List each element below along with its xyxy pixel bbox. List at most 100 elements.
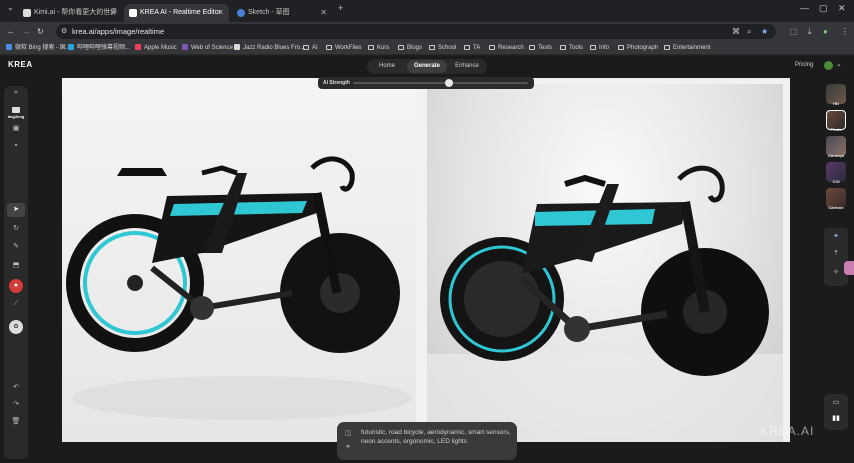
bookmark-folder-school[interactable]: School: [429, 41, 456, 55]
new-tab-button[interactable]: +: [338, 3, 343, 13]
bookmark-folder-blogs[interactable]: Blogs: [398, 41, 422, 55]
bookmark-folder-tools[interactable]: Tools: [560, 41, 583, 55]
bookmark-web-of-science[interactable]: Web of Science: [182, 41, 233, 55]
rotate-icon[interactable]: ↻: [4, 224, 28, 232]
input-canvas[interactable]: [62, 78, 416, 442]
nav-generate[interactable]: Generate: [407, 60, 447, 73]
img2img-tool[interactable]: img2img: [4, 107, 28, 119]
bookmark-folder-kurs[interactable]: Kurs: [368, 41, 389, 55]
bookmark-label: Jazz Radio Blues Fro...: [243, 45, 306, 51]
img2img-label: img2img: [7, 114, 25, 119]
ai-strength-label: AI Strength: [323, 80, 350, 86]
ai-strength-slider[interactable]: AI Strength: [318, 77, 534, 89]
reload-icon[interactable]: ↻: [37, 22, 44, 41]
trash-icon[interactable]: 🗑: [4, 417, 28, 425]
krea-app: KREA Home Generate Enhance Pricing ⌄ » i…: [0, 56, 854, 463]
bookmark-label: AI: [312, 45, 318, 51]
zoom-icon[interactable]: ⌕: [747, 22, 751, 41]
undo-icon[interactable]: ↶: [4, 383, 28, 391]
maximize-icon[interactable]: ▢: [819, 3, 828, 14]
bookmark-star-icon[interactable]: ★: [761, 22, 768, 41]
menu-icon[interactable]: ⋮: [841, 22, 849, 41]
cursor-icon[interactable]: ➤: [7, 203, 25, 217]
prompt-input[interactable]: futuristic, road bicycle, aerodynamic, s…: [361, 428, 511, 446]
close-window-icon[interactable]: ✕: [838, 3, 846, 14]
site-info-icon[interactable]: ⚙: [61, 22, 67, 41]
bookmark-jazz-radio[interactable]: Jazz Radio Blues Fro...: [234, 41, 305, 55]
bookmark-label: Research: [498, 45, 524, 51]
tab-krea[interactable]: KREA AI - Realtime Editor ✕: [124, 4, 229, 22]
bookmark-folder-photograph[interactable]: Photograph: [618, 41, 658, 55]
address-bar[interactable]: ⚙ krea.ai/apps/image/realtime ⌘ ⌕ ★: [56, 24, 776, 39]
image-icon: [12, 107, 20, 113]
bookmark-apple-music[interactable]: Apple Music: [135, 41, 177, 55]
camera-icon[interactable]: ▪: [4, 142, 28, 149]
folder-icon: [429, 45, 435, 50]
tab-sketch[interactable]: Sketch - 草图 ✕: [232, 4, 332, 22]
back-icon[interactable]: ←: [7, 22, 15, 41]
close-icon[interactable]: ✕: [109, 4, 116, 22]
folder-icon: [590, 45, 596, 50]
translate-icon[interactable]: ⌘: [732, 22, 740, 41]
download-icon[interactable]: ⤓: [808, 22, 812, 41]
image-mode-icon[interactable]: ▣: [4, 124, 28, 132]
eraser-icon[interactable]: ⟋: [4, 300, 28, 308]
export-icon[interactable]: ⤒: [824, 250, 848, 258]
bookmark-folder-ta[interactable]: TA: [464, 41, 480, 55]
bookmark-label: Blogs: [407, 45, 423, 51]
color-picker-icon[interactable]: ●: [9, 279, 23, 293]
left-toolbar: » img2img ▣ ▪ ➤ ↻ ✎ ⬒ ● ⟋ ✿ ↶ ↷ 🗑: [4, 86, 28, 459]
style-cgi-label: CGI: [832, 179, 840, 184]
extensions-icon[interactable]: ⬚: [790, 22, 798, 41]
chevron-down-icon[interactable]: ⌄: [836, 60, 842, 68]
sparkle-icon[interactable]: ✦: [824, 232, 848, 240]
nav-enhance[interactable]: Enhance: [449, 60, 485, 73]
style-concept-label: Concept: [828, 153, 844, 158]
nav-home[interactable]: Home: [369, 60, 405, 73]
bookmark-folder-workfiles[interactable]: WorkFiles: [326, 41, 362, 55]
prompt-box[interactable]: ◫ ⚭ futuristic, road bicycle, aerodynami…: [337, 422, 517, 460]
close-icon[interactable]: ✕: [320, 4, 327, 22]
bookmark-folder-ai[interactable]: AI: [303, 41, 318, 55]
style-cartoon-label: Cartoon: [828, 205, 844, 210]
close-icon[interactable]: ✕: [217, 4, 224, 22]
image-prompt-icon[interactable]: ◫: [345, 429, 352, 437]
folder-icon: [664, 45, 670, 50]
redo-icon[interactable]: ↷: [4, 400, 28, 408]
bookmark-bilibili[interactable]: 哔哩哔哩弹幕视频...: [68, 41, 130, 55]
minimize-icon[interactable]: —: [800, 3, 809, 13]
bookmark-folder-tests[interactable]: Tests: [529, 41, 552, 55]
tab-search-icon[interactable]: ⌄: [7, 0, 14, 17]
brush-icon[interactable]: ✎: [4, 242, 28, 250]
bookmark-folder-research[interactable]: Research: [489, 41, 524, 55]
krea-logo[interactable]: KREA: [8, 60, 33, 69]
shapes-icon[interactable]: ✿: [9, 320, 23, 334]
slider-track[interactable]: [353, 82, 528, 84]
bookmarks-bar: 微软 Bing 搜索 - 国... 哔哩哔哩弹幕视频... Apple Musi…: [0, 41, 854, 55]
bookmark-bing[interactable]: 微软 Bing 搜索 - 国...: [6, 41, 71, 55]
pricing-link[interactable]: Pricing: [795, 62, 813, 68]
profile-icon[interactable]: ●: [823, 22, 828, 41]
slider-handle[interactable]: [445, 79, 454, 87]
bookmark-label: 哔哩哔哩弹幕视频...: [77, 45, 131, 51]
bookmark-folder-info[interactable]: Info: [590, 41, 609, 55]
bookmark-label: Photograph: [627, 45, 659, 51]
single-view-icon[interactable]: ▭: [824, 398, 848, 406]
folder-icon: [303, 45, 309, 50]
forward-icon[interactable]: →: [22, 22, 30, 41]
link-icon[interactable]: ⚭: [345, 443, 351, 451]
generated-image[interactable]: [427, 84, 783, 442]
avatar[interactable]: [824, 61, 833, 70]
upload-icon[interactable]: ⬒: [4, 261, 28, 269]
editor-canvas[interactable]: [62, 78, 790, 442]
krea-watermark: KREA.AI: [760, 424, 815, 438]
bookmark-folder-entertainment[interactable]: Entertainment: [664, 41, 710, 55]
wos-icon: [182, 44, 188, 50]
krea-icon: [129, 9, 137, 17]
tab-kimi[interactable]: Kimi.ai - 帮你看更大的世界 ✕: [18, 4, 121, 22]
side-panel-handle[interactable]: [844, 261, 854, 275]
globe-icon: [237, 9, 245, 17]
split-view-icon[interactable]: ▮▮: [824, 414, 848, 422]
style-photo-label: Photo: [830, 127, 842, 132]
collapse-icon[interactable]: »: [4, 89, 28, 96]
